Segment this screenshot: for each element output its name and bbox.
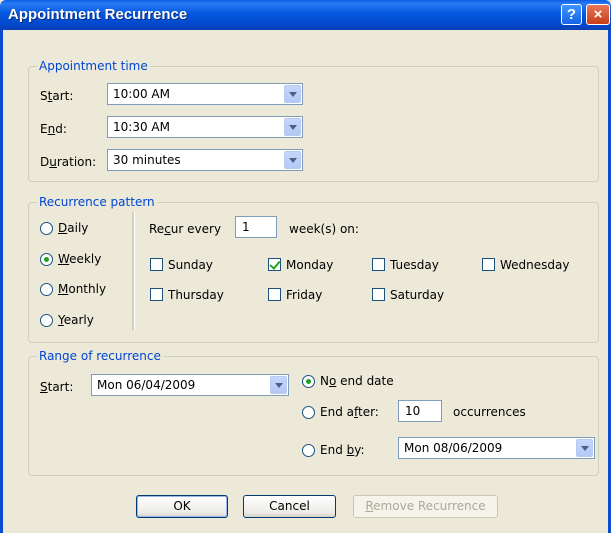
weekly-label: Weekly [58,252,102,266]
checkbox-sunday[interactable] [150,258,163,271]
start-time-label: Start: [40,89,74,103]
chevron-down-icon[interactable] [284,151,301,169]
checkbox-saturday[interactable] [372,288,385,301]
recur-every-value: 1 [242,220,250,234]
end-by-label: End by: [320,443,365,457]
appointment-time-legend: Appointment time [37,59,150,73]
radio-end-by[interactable] [302,444,315,457]
start-time-select[interactable]: 10:00 AM [107,83,303,105]
radio-daily[interactable] [40,222,53,235]
radio-yearly[interactable] [40,314,53,327]
checkbox-friday[interactable] [268,288,281,301]
duration-value: 30 minutes [113,153,181,167]
occurrences-value: 10 [405,404,421,418]
chevron-down-icon[interactable] [284,85,301,103]
remove-recurrence-button[interactable]: Remove Recurrence [353,495,498,518]
close-icon: × [593,6,603,23]
title-bar: Appointment Recurrence ? × [0,0,611,30]
range-legend: Range of recurrence [37,349,163,363]
checkbox-tuesday[interactable] [372,258,385,271]
checkbox-thursday[interactable] [150,288,163,301]
end-time-value: 10:30 AM [113,120,170,134]
chevron-down-icon[interactable] [270,376,287,394]
range-start-select[interactable]: Mon 06/04/2009 [91,374,289,396]
range-start-value: Mon 06/04/2009 [97,378,196,392]
no-end-date-label: No end date [320,374,394,388]
help-button[interactable]: ? [561,4,582,25]
end-time-select[interactable]: 10:30 AM [107,116,303,138]
occurrences-input[interactable]: 10 [398,400,442,422]
end-time-label: End: [40,122,67,136]
wednesday-label: Wednesday [500,258,570,272]
help-icon: ? [566,6,577,23]
checkbox-monday[interactable] [268,258,281,271]
end-by-select[interactable]: Mon 08/06/2009 [398,437,595,459]
window-title: Appointment Recurrence [8,6,188,23]
recur-unit-label: week(s) on: [289,222,359,236]
pattern-divider [132,212,135,330]
monday-label: Monday [286,258,334,272]
thursday-label: Thursday [168,288,224,302]
yearly-label: Yearly [58,313,94,327]
recur-every-label: Recur every [149,222,222,236]
monthly-label: Monthly [58,282,107,296]
radio-no-end-date[interactable] [302,375,315,388]
close-button[interactable]: × [586,4,610,25]
ok-button[interactable]: OK [136,495,228,518]
sunday-label: Sunday [168,258,213,272]
chevron-down-icon[interactable] [576,439,593,457]
occurrences-label: occurrences [453,405,526,419]
daily-label: Daily [58,221,89,235]
window-frame-left [0,30,3,533]
chevron-down-icon[interactable] [284,118,301,136]
radio-monthly[interactable] [40,283,53,296]
recur-every-input[interactable]: 1 [235,216,277,238]
saturday-label: Saturday [390,288,445,302]
end-by-value: Mon 08/06/2009 [404,441,503,455]
end-after-label: End after: [320,405,379,419]
checkbox-wednesday[interactable] [482,258,495,271]
duration-select[interactable]: 30 minutes [107,149,303,171]
radio-weekly[interactable] [40,253,53,266]
tuesday-label: Tuesday [390,258,439,272]
radio-end-after[interactable] [302,406,315,419]
duration-label: Duration: [40,155,97,169]
friday-label: Friday [286,288,323,302]
recurrence-pattern-legend: Recurrence pattern [37,195,157,209]
start-time-value: 10:00 AM [113,87,170,101]
range-start-label: Start: [40,380,74,394]
cancel-button[interactable]: Cancel [243,495,336,518]
